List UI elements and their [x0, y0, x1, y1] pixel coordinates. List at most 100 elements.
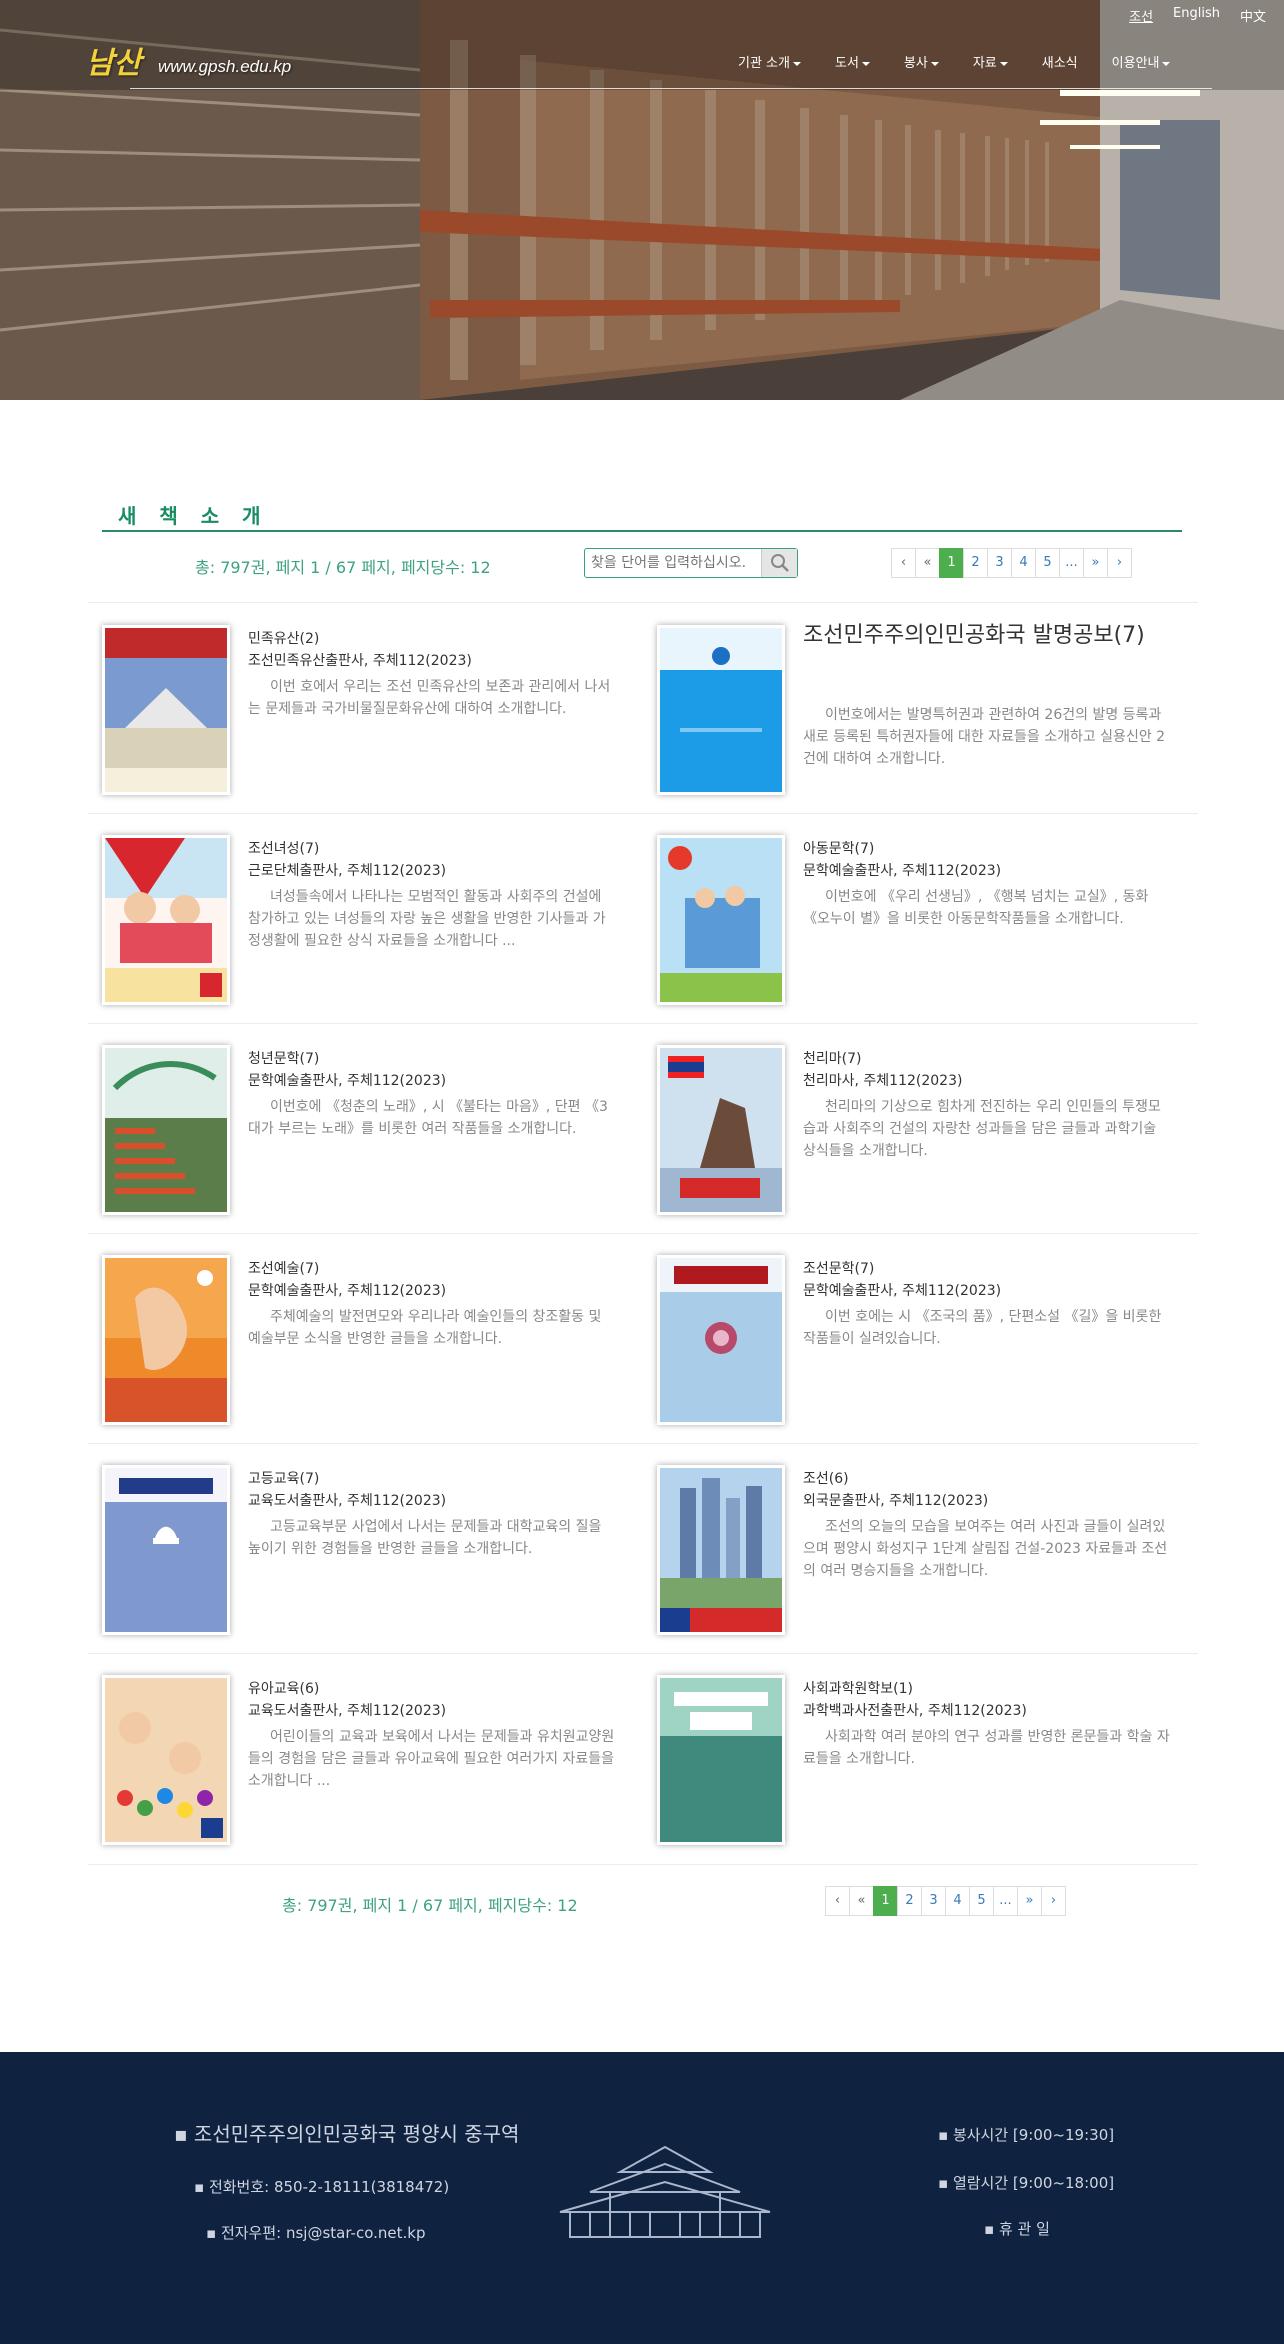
book-item[interactable]: 조선예술(7) 문학예술출판사, 주체112(2023) 주체예술의 발전면모와…	[88, 1250, 628, 1430]
page-prev[interactable]: «	[849, 1886, 874, 1916]
book-title[interactable]: 민족유산(2)	[248, 628, 319, 648]
nav-item-books[interactable]: 도서	[835, 52, 870, 71]
book-item[interactable]: 고등교육(7) 교육도서출판사, 주체112(2023) 고등교육부문 사업에서…	[88, 1460, 628, 1640]
book-item[interactable]: 조선민주주의인민공화국 발명공보(7) 이번호에서는 발명특허권과 관련하여 2…	[643, 620, 1183, 800]
page-5[interactable]: 5	[969, 1886, 994, 1916]
book-publisher: 조선민족유산출판사, 주체112(2023)	[248, 653, 472, 669]
lang-korean[interactable]: 조선	[1129, 6, 1153, 25]
book-title[interactable]: 조선예술(7)	[248, 1258, 319, 1278]
nav-item-about[interactable]: 기관 소개	[738, 52, 801, 71]
book-title[interactable]: 유아교육(6)	[248, 1678, 319, 1698]
book-title[interactable]: 조선문학(7)	[803, 1258, 874, 1278]
page-4[interactable]: 4	[1011, 548, 1036, 578]
book-cover[interactable]	[657, 1465, 785, 1635]
book-cover[interactable]	[102, 1045, 230, 1215]
pagination-top: ‹ « 1 2 3 4 5 ... » ›	[891, 548, 1132, 578]
book-publisher: 문학예술출판사, 주체112(2023)	[248, 1283, 447, 1299]
book-title[interactable]: 고등교육(7)	[248, 1468, 319, 1488]
book-item[interactable]: 조선녀성(7) 근로단체출판사, 주체112(2023) 녀성들속에서 나타나는…	[88, 830, 628, 1010]
page-4[interactable]: 4	[945, 1886, 970, 1916]
pagination-bottom: ‹ « 1 2 3 4 5 ... » ›	[825, 1886, 1066, 1916]
chevron-down-icon	[930, 61, 939, 66]
book-title[interactable]: 조선녀성(7)	[248, 838, 319, 858]
book-cover[interactable]	[657, 835, 785, 1005]
book-cover[interactable]	[657, 1675, 785, 1845]
book-cover[interactable]	[657, 1255, 785, 1425]
book-title[interactable]: 사회과학원학보(1)	[803, 1678, 913, 1698]
book-cover[interactable]	[102, 1255, 230, 1425]
page-last[interactable]: ›	[1041, 1886, 1066, 1916]
book-item[interactable]: 아동문학(7) 문학예술출판사, 주체112(2023) 이번호에 《우리 선생…	[643, 830, 1183, 1010]
page-last[interactable]: ›	[1107, 548, 1132, 578]
book-description: 조선의 오늘의 모습을 보여주는 여러 사진과 글들이 실려있으며 평양시 화성…	[803, 1519, 1168, 1579]
page-3[interactable]: 3	[987, 548, 1012, 578]
cover-chollima	[660, 1048, 782, 1212]
page-first[interactable]: ‹	[891, 548, 916, 578]
book-title[interactable]: 천리마(7)	[803, 1048, 861, 1068]
book-cover[interactable]	[657, 1045, 785, 1215]
footer: ▪ 조선민주주의인민공화국 평양시 중구역 ▪ 전화번호: 850-2-1811…	[0, 2052, 1284, 2344]
page-next[interactable]: »	[1017, 1886, 1042, 1916]
book-item[interactable]: 천리마(7) 천리마사, 주체112(2023) 천리마의 기상으로 힘차게 전…	[643, 1040, 1183, 1220]
book-item[interactable]: 사회과학원학보(1) 과학백과사전출판사, 주체112(2023) 사회과학 여…	[643, 1670, 1183, 1850]
book-item[interactable]: 조선(6) 외국문출판사, 주체112(2023) 조선의 오늘의 모습을 보여…	[643, 1460, 1183, 1640]
listing-toolbar-top: 총: 797권, 페지 1 / 67 페지, 페지당수: 12 ‹ « 1 2 …	[102, 546, 1182, 582]
book-cover[interactable]	[102, 1675, 230, 1845]
page-2[interactable]: 2	[897, 1886, 922, 1916]
book-title[interactable]: 조선(6)	[803, 1468, 849, 1488]
page-5[interactable]: 5	[1035, 548, 1060, 578]
page-next[interactable]: »	[1083, 548, 1108, 578]
nav-item-guide[interactable]: 이용안내	[1112, 52, 1171, 71]
book-cover[interactable]	[102, 1465, 230, 1635]
footer-email[interactable]: ▪ 전자우편: nsj@star-co.net.kp	[206, 2222, 425, 2243]
chevron-down-icon	[861, 61, 870, 66]
cover-minjok-yusan	[105, 628, 227, 792]
search-icon	[771, 554, 789, 572]
book-cover[interactable]	[102, 835, 230, 1005]
footer-email-text[interactable]: 전자우편: nsj@star-co.net.kp	[221, 2224, 426, 2242]
search-button[interactable]	[761, 549, 797, 577]
map-marker-icon: ▪	[174, 2122, 194, 2146]
book-publisher: 교육도서출판사, 주체112(2023)	[248, 1703, 447, 1719]
page-ellipsis[interactable]: ...	[993, 1886, 1018, 1916]
nav-item-service[interactable]: 봉사	[904, 52, 939, 71]
footer-hours-1: ▪ 봉사시간 [9:00~19:30]	[938, 2124, 1114, 2145]
book-title[interactable]: 청년문학(7)	[248, 1048, 319, 1068]
cover-joseon	[660, 1468, 782, 1632]
book-description: 이번호에 《우리 선생님》, 《행복 넘치는 교실》, 동화 《오누이 별》을 …	[803, 889, 1149, 927]
book-cover[interactable]	[102, 625, 230, 795]
book-item[interactable]: 조선문학(7) 문학예술출판사, 주체112(2023) 이번 호에는 시 《조…	[643, 1250, 1183, 1430]
book-publisher: 문학예술출판사, 주체112(2023)	[803, 863, 1002, 879]
book-title[interactable]: 아동문학(7)	[803, 838, 874, 858]
cover-godeung-gyoyuk	[105, 1468, 227, 1632]
nav-item-news[interactable]: 새소식	[1042, 52, 1078, 71]
page: { "header": { "logo_text": "남산", "url_te…	[0, 0, 1284, 2344]
book-item[interactable]: 유아교육(6) 교육도서출판사, 주체112(2023) 어린이들의 교육과 보…	[88, 1670, 628, 1850]
page-ellipsis[interactable]: ...	[1059, 548, 1084, 578]
book-item[interactable]: 민족유산(2) 조선민족유산출판사, 주체112(2023) 이번 호에서 우리…	[88, 620, 628, 800]
nav-item-resources[interactable]: 자료	[973, 52, 1008, 71]
page-3[interactable]: 3	[921, 1886, 946, 1916]
site-url: www.gpsh.edu.kp	[158, 57, 292, 76]
book-title[interactable]: 조선민주주의인민공화국 발명공보(7)	[803, 622, 1173, 650]
page-2[interactable]: 2	[963, 548, 988, 578]
book-description: 이번호에 《청춘의 노래》, 시 《불타는 마음》, 단편 《3대가 부르는 노…	[248, 1099, 608, 1137]
page-prev[interactable]: «	[915, 548, 940, 578]
lang-chinese[interactable]: 中文	[1240, 6, 1266, 25]
search-input[interactable]	[591, 553, 757, 573]
lang-english[interactable]: English	[1173, 6, 1220, 25]
cover-yua-gyoyuk	[105, 1678, 227, 1842]
book-description: 이번호에서는 발명특허권과 관련하여 26건의 발명 등록과 새로 등록된 특허…	[803, 707, 1166, 767]
book-publisher: 문학예술출판사, 주체112(2023)	[803, 1283, 1002, 1299]
page-1[interactable]: 1	[873, 1886, 898, 1916]
divider	[88, 1653, 1198, 1654]
book-cover[interactable]	[657, 625, 785, 795]
page-first[interactable]: ‹	[825, 1886, 850, 1916]
page-1[interactable]: 1	[939, 548, 964, 578]
divider	[88, 1023, 1198, 1024]
hero-banner: 남산 www.gpsh.edu.kp 조선 English 中文 기관 소개 도…	[0, 0, 1284, 400]
book-item[interactable]: 청년문학(7) 문학예술출판사, 주체112(2023) 이번호에 《청춘의 노…	[88, 1040, 628, 1220]
calendar-icon: ▪	[984, 2220, 999, 2238]
site-logo[interactable]: 남산	[86, 38, 141, 82]
nav-label: 봉사	[903, 56, 928, 71]
